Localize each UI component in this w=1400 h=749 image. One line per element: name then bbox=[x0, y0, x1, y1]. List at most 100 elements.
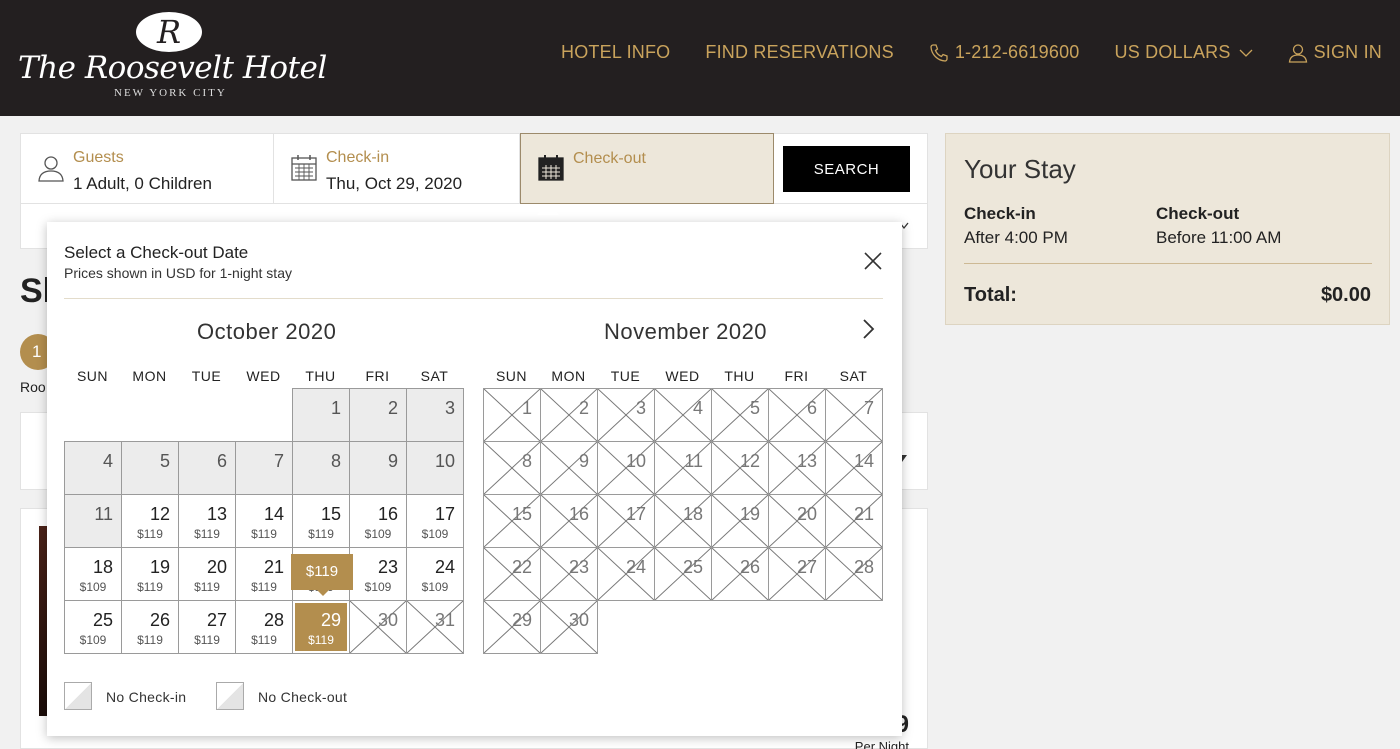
checkin-field[interactable]: Check-in Thu, Oct 29, 2020 bbox=[274, 134, 520, 203]
day-number: 20 bbox=[796, 504, 817, 524]
day-number: 20 bbox=[206, 557, 227, 577]
calendar-day: 20 bbox=[768, 494, 826, 548]
day-number: 15 bbox=[320, 504, 341, 524]
calendar-day[interactable]: 21 $119 bbox=[235, 547, 293, 601]
calendar-day[interactable]: 25 $109 bbox=[64, 600, 122, 654]
day-number: 4 bbox=[102, 451, 113, 471]
stay-checkin-head: Check-in bbox=[964, 204, 1036, 223]
chevron-right-icon[interactable] bbox=[857, 318, 879, 340]
weekday-sun: SUN bbox=[76, 368, 109, 384]
calendar-day: 2 bbox=[349, 388, 407, 442]
day-number: 29 bbox=[511, 610, 532, 630]
guests-value: 1 Adult, 0 Children bbox=[73, 174, 212, 193]
calendar-day[interactable]: 28 $119 bbox=[235, 600, 293, 654]
nav-phone-label: 1-212-6619600 bbox=[954, 42, 1080, 62]
your-stay-panel: Your Stay Check-in After 4:00 PM Check-o… bbox=[945, 133, 1390, 325]
calendar-day[interactable]: 23 $109 bbox=[349, 547, 407, 601]
day-price: $109 bbox=[79, 633, 107, 647]
day-number: 21 bbox=[853, 504, 874, 524]
calendar-day[interactable]: 27 $119 bbox=[178, 600, 236, 654]
day-number: 11 bbox=[684, 451, 703, 471]
weekday-thu: THU bbox=[305, 368, 336, 384]
day-number: 14 bbox=[853, 451, 874, 471]
calendar-day[interactable]: 29 $119 bbox=[292, 600, 350, 654]
calendar-day[interactable]: 14 $119 bbox=[235, 494, 293, 548]
calendar-day[interactable]: 12 $119 bbox=[121, 494, 179, 548]
calendar-day: 29 bbox=[483, 600, 541, 654]
nav-sign-in[interactable]: SIGN IN bbox=[1288, 42, 1382, 63]
calendar-day[interactable]: 20 $119 bbox=[178, 547, 236, 601]
step-label: Roo bbox=[20, 379, 46, 395]
currency-label: US DOLLARS bbox=[1114, 42, 1231, 62]
nav-find-reservations[interactable]: FIND RESERVATIONS bbox=[705, 42, 893, 63]
day-number: 23 bbox=[377, 557, 398, 577]
nav-hotel-info[interactable]: HOTEL INFO bbox=[561, 42, 670, 63]
currency-dropdown[interactable]: US DOLLARS bbox=[1115, 42, 1253, 63]
search-button[interactable]: SEARCH bbox=[783, 146, 910, 192]
day-price: $119 bbox=[251, 633, 277, 647]
day-number: 2 bbox=[387, 398, 398, 418]
checkout-field[interactable]: Check-out bbox=[520, 133, 774, 204]
day-number: 25 bbox=[92, 610, 113, 630]
day-number: 18 bbox=[92, 557, 113, 577]
legend-no-checkout-swatch bbox=[216, 682, 244, 710]
calendar-day[interactable]: 17 $109 bbox=[406, 494, 464, 548]
day-price: $119 bbox=[308, 633, 334, 647]
day-number: 28 bbox=[853, 557, 874, 577]
calendar-day: 28 bbox=[825, 547, 883, 601]
calendar-day[interactable]: 15 $119 bbox=[292, 494, 350, 548]
calendar-day[interactable]: 18 $109 bbox=[64, 547, 122, 601]
day-number: 18 bbox=[682, 504, 703, 524]
calendar-day: 11 bbox=[64, 494, 122, 548]
calendar-day[interactable]: 26 $119 bbox=[121, 600, 179, 654]
day-number: 1 bbox=[330, 398, 341, 418]
day-number: 7 bbox=[273, 451, 284, 471]
weekday-sat: SAT bbox=[420, 368, 449, 384]
day-number: 22 bbox=[511, 557, 532, 577]
weekday-mon: MON bbox=[132, 368, 167, 384]
price-tooltip: $119 bbox=[291, 554, 353, 596]
day-price: $119 bbox=[251, 527, 277, 541]
day-number: 3 bbox=[444, 398, 455, 418]
stay-checkin-value: After 4:00 PM bbox=[964, 228, 1068, 247]
calendar-day[interactable]: 24 $109 bbox=[406, 547, 464, 601]
calendar-day: 12 bbox=[711, 441, 769, 495]
legend-no-checkin-swatch bbox=[64, 682, 92, 710]
booking-bar: Guests 1 Adult, 0 Children Check-in Thu,… bbox=[20, 133, 928, 204]
calendar-day: 4 bbox=[64, 441, 122, 495]
close-icon[interactable] bbox=[862, 250, 884, 272]
day-price: $109 bbox=[421, 527, 449, 541]
day-number: 13 bbox=[206, 504, 227, 524]
stay-checkout: Check-out Before 11:00 AM bbox=[1156, 204, 1281, 248]
guests-label: Guests bbox=[73, 149, 124, 166]
calendar-icon bbox=[538, 155, 564, 181]
day-number: 9 bbox=[387, 451, 398, 471]
calendar-day[interactable]: 16 $109 bbox=[349, 494, 407, 548]
day-number: 23 bbox=[568, 557, 589, 577]
calendar-day: 16 bbox=[540, 494, 598, 548]
nav-phone[interactable]: 1-212-6619600 bbox=[929, 42, 1080, 63]
day-price: $119 bbox=[137, 580, 163, 594]
day-number: 15 bbox=[511, 504, 532, 524]
user-icon bbox=[1288, 43, 1307, 63]
day-number: 8 bbox=[521, 451, 532, 471]
month-title-november: November 2020 bbox=[604, 319, 768, 344]
day-number: 16 bbox=[377, 504, 398, 524]
legend-no-checkout-label: No Check-out bbox=[258, 689, 348, 705]
popup-pointer bbox=[537, 204, 559, 215]
calendar-day: 24 bbox=[597, 547, 655, 601]
guests-field[interactable]: Guests 1 Adult, 0 Children bbox=[21, 134, 274, 203]
hotel-logo[interactable]: R The Roosevelt Hotel NEW YORK CITY bbox=[18, 12, 327, 102]
calendar-day[interactable]: 13 $119 bbox=[178, 494, 236, 548]
calendar-day: 8 bbox=[292, 441, 350, 495]
day-number: 16 bbox=[568, 504, 589, 524]
calendar-day: 3 bbox=[406, 388, 464, 442]
day-number: 4 bbox=[692, 398, 703, 418]
nav-hotel-info-label: HOTEL INFO bbox=[561, 42, 671, 62]
calendar-day[interactable]: 19 $119 bbox=[121, 547, 179, 601]
site-header: R The Roosevelt Hotel NEW YORK CITY HOTE… bbox=[0, 0, 1400, 116]
day-price: $109 bbox=[79, 580, 107, 594]
day-number: 27 bbox=[206, 610, 227, 630]
calendar-day: 17 bbox=[597, 494, 655, 548]
room-per-night: Per Night bbox=[854, 739, 909, 749]
